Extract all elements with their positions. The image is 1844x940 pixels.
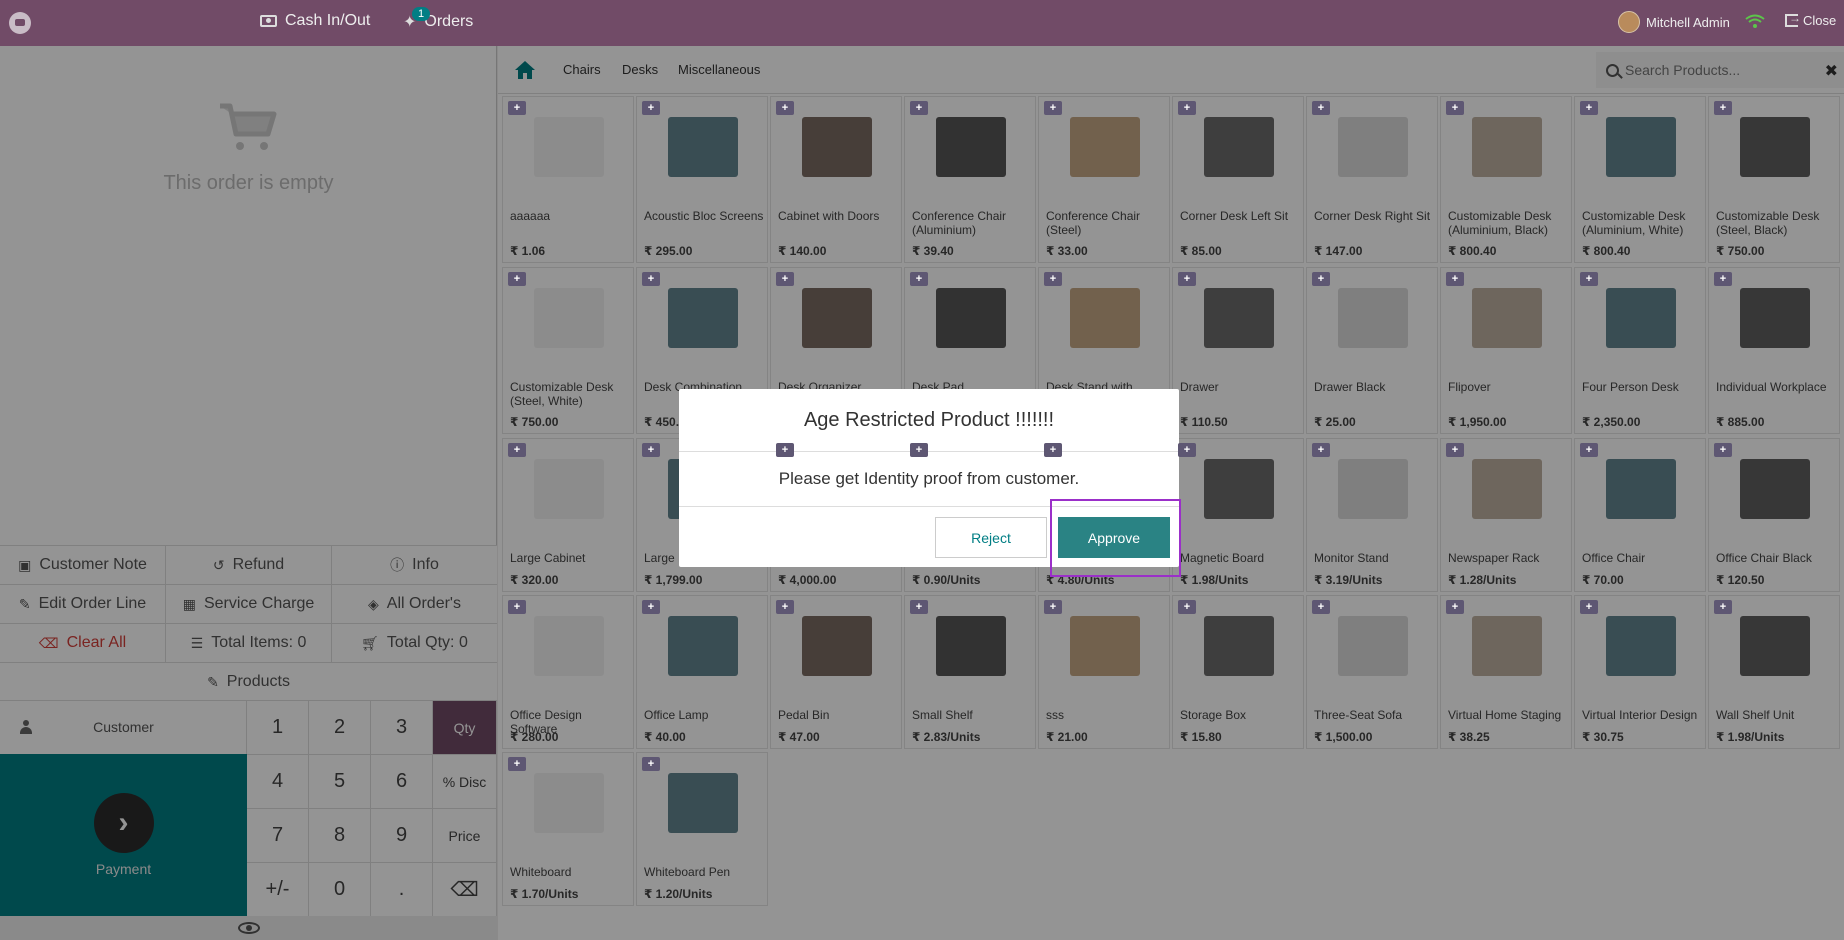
plus-icon[interactable]: +: [508, 272, 526, 286]
plus-icon[interactable]: +: [642, 757, 660, 771]
reject-button[interactable]: Reject: [935, 517, 1047, 558]
plus-icon[interactable]: +: [1178, 101, 1196, 115]
plus-icon[interactable]: +: [1312, 101, 1330, 115]
plus-icon[interactable]: +: [776, 101, 794, 115]
plus-icon[interactable]: +: [1446, 272, 1464, 286]
wifi-icon: [1745, 14, 1765, 28]
plus-icon[interactable]: +: [508, 757, 526, 771]
plus-icon[interactable]: +: [1580, 443, 1598, 457]
plus-icon[interactable]: +: [642, 600, 660, 614]
sign-out-icon: [1785, 11, 1801, 27]
plus-icon[interactable]: +: [1714, 443, 1732, 457]
close-label: Close: [1803, 13, 1837, 28]
plus-icon[interactable]: +: [508, 443, 526, 457]
plus-icon[interactable]: +: [1446, 443, 1464, 457]
plus-icon[interactable]: +: [508, 101, 526, 115]
plus-icon[interactable]: +: [642, 272, 660, 286]
plus-icon[interactable]: +: [776, 443, 794, 457]
plus-icon[interactable]: +: [1178, 600, 1196, 614]
plus-icon[interactable]: +: [776, 600, 794, 614]
plus-icon[interactable]: +: [1446, 600, 1464, 614]
plus-icon[interactable]: +: [1714, 272, 1732, 286]
plus-icon[interactable]: +: [1580, 600, 1598, 614]
user-menu[interactable]: Mitchell Admin: [1618, 11, 1730, 33]
orders-label: Orders: [424, 13, 474, 30]
plus-icon[interactable]: +: [1044, 443, 1062, 457]
plus-icon[interactable]: +: [1312, 443, 1330, 457]
money-icon: [260, 15, 277, 27]
plus-icon[interactable]: +: [1044, 600, 1062, 614]
plus-icon[interactable]: +: [910, 443, 928, 457]
avatar: [1618, 11, 1640, 33]
divider: [679, 451, 1179, 452]
plus-icon[interactable]: +: [1178, 272, 1196, 286]
plus-icon[interactable]: +: [1580, 272, 1598, 286]
cash-in-out-label: Cash In/Out: [285, 12, 371, 29]
plus-icon[interactable]: +: [1178, 443, 1196, 457]
pos-logo-icon[interactable]: [9, 12, 31, 34]
plus-icon[interactable]: +: [1714, 101, 1732, 115]
plus-icon[interactable]: +: [910, 600, 928, 614]
plus-icon[interactable]: +: [776, 272, 794, 286]
cash-in-out-button[interactable]: Cash In/Out: [260, 12, 370, 30]
plus-icon[interactable]: +: [642, 101, 660, 115]
user-name: Mitchell Admin: [1646, 14, 1730, 30]
dialog-title: Age Restricted Product !!!!!!!: [803, 409, 1055, 431]
plus-icon[interactable]: +: [1446, 101, 1464, 115]
plus-icon[interactable]: +: [1312, 272, 1330, 286]
plus-icon[interactable]: +: [1312, 600, 1330, 614]
plus-icon[interactable]: +: [910, 101, 928, 115]
close-session-button[interactable]: Close: [1785, 11, 1837, 28]
plus-icon[interactable]: +: [642, 443, 660, 457]
plus-icon[interactable]: +: [1044, 272, 1062, 286]
plus-icon[interactable]: +: [1580, 101, 1598, 115]
approve-highlight-box: [1050, 499, 1181, 577]
plus-icon[interactable]: +: [910, 272, 928, 286]
plus-icon[interactable]: +: [508, 600, 526, 614]
plus-icon[interactable]: +: [1714, 600, 1732, 614]
top-navbar: Cash In/Out ✦ Orders 1 Mitchell Admin Cl…: [0, 0, 1844, 46]
dialog-message: Please get Identity proof from customer.: [778, 469, 1080, 488]
orders-count-badge: 1: [412, 7, 431, 21]
plus-icon[interactable]: +: [1044, 101, 1062, 115]
